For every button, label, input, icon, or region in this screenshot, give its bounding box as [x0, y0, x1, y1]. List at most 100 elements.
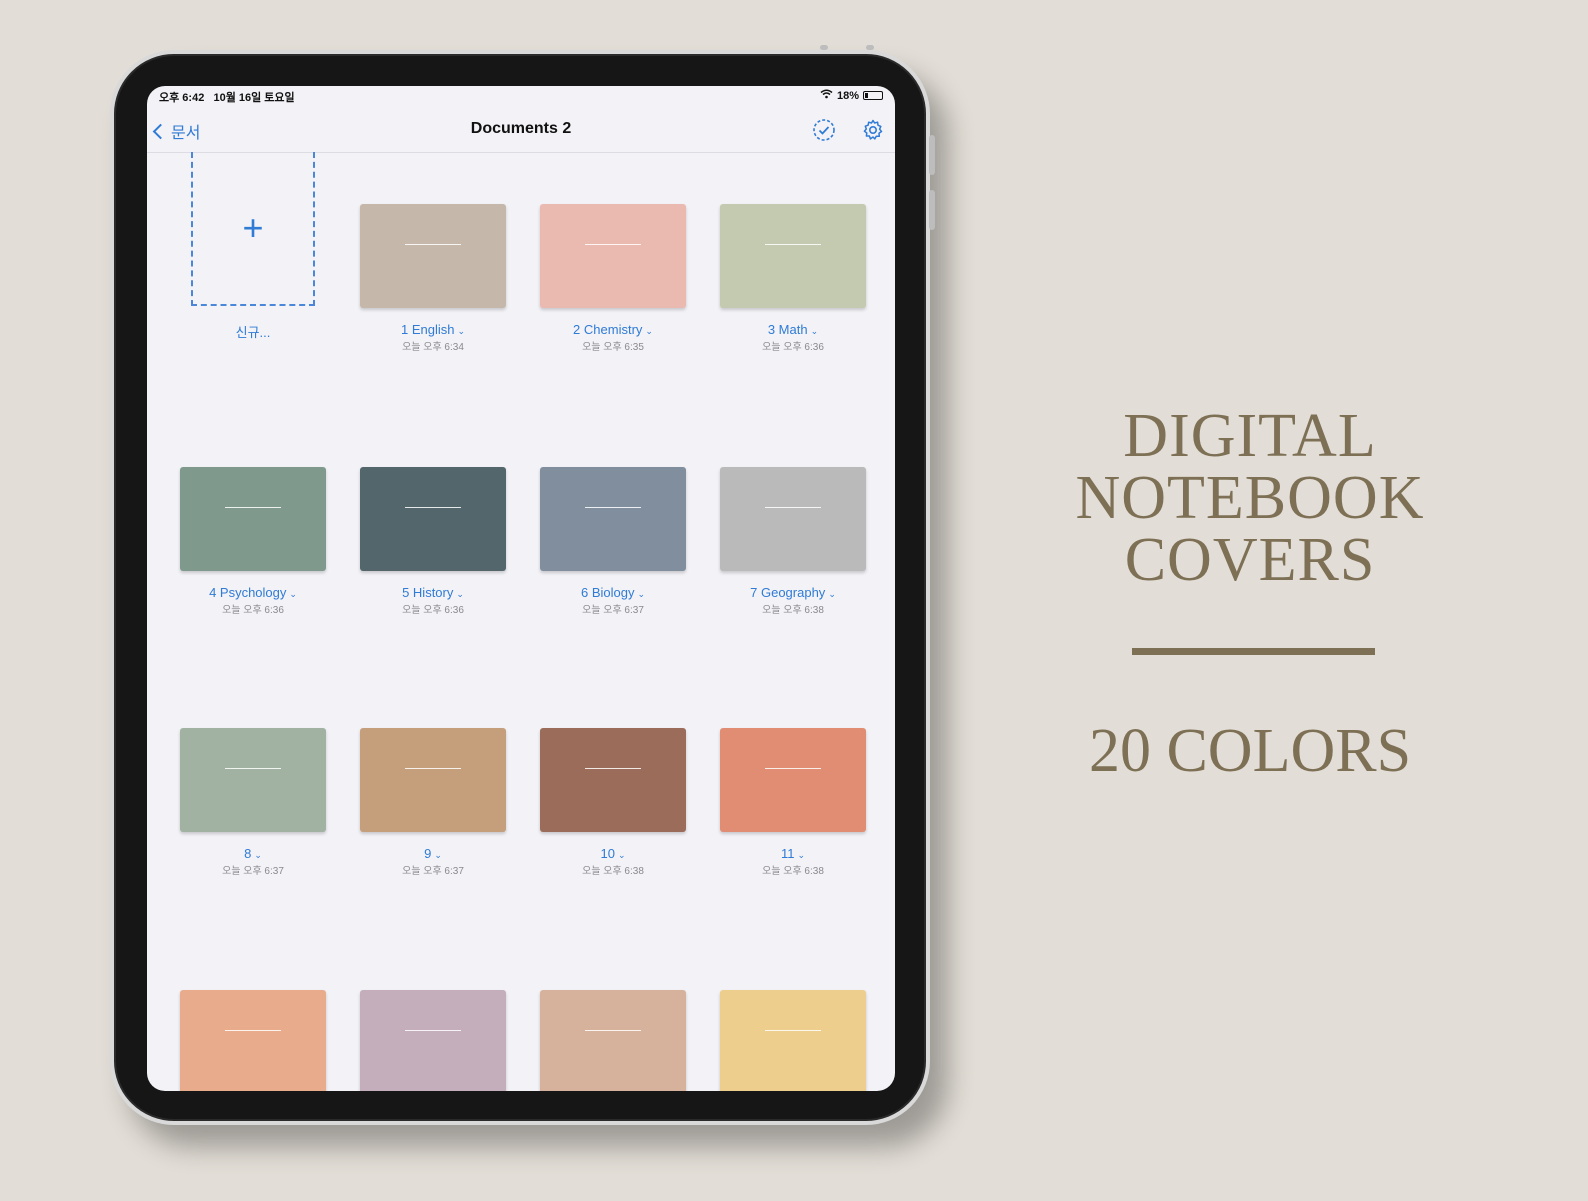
status-date: 10월 16일 토요일	[213, 92, 295, 104]
notebook-cover[interactable]	[720, 990, 866, 1091]
cover-title-line	[405, 1030, 461, 1031]
divider	[1132, 648, 1375, 655]
notebook-title-text: 11	[780, 846, 795, 861]
gear-icon[interactable]	[861, 118, 885, 142]
cover-title-line	[405, 244, 461, 245]
cover-title-line	[225, 1030, 281, 1031]
new-document-button[interactable]: +	[191, 152, 315, 306]
notebook-date: 오늘 오후 6:38	[762, 866, 824, 877]
battery-icon	[863, 91, 883, 100]
notebook-cover[interactable]	[360, 990, 506, 1091]
notebook-date: 오늘 오후 6:34	[402, 342, 464, 353]
notebook-title-text: 10	[600, 846, 615, 861]
notebook-date: 오늘 오후 6:36	[762, 342, 824, 353]
volume-button	[929, 190, 935, 230]
notebook-title[interactable]: 7 Geography ⌄	[720, 585, 866, 600]
status-bar: 오후 6:42 10월 16일 토요일 18%	[147, 86, 895, 106]
navigation-bar: 문서 Documents 2	[147, 108, 895, 153]
notebook-cover[interactable]	[720, 204, 866, 308]
chevron-down-icon: ⌄	[828, 589, 836, 599]
chevron-down-icon: ⌄	[289, 589, 297, 599]
notebook-title[interactable]: 9 ⌄	[360, 846, 506, 861]
chevron-down-icon: ⌄	[637, 589, 646, 599]
notebook-title[interactable]: 6 Biology ⌄	[540, 585, 686, 600]
promo-title: DIGITAL NOTEBOOK COVERS	[1060, 405, 1440, 591]
chevron-down-icon: ⌄	[254, 850, 262, 860]
chevron-down-icon: ⌄	[434, 850, 442, 860]
promo-title-line: DIGITAL	[1123, 402, 1377, 470]
notebook-title-text: 7 Geography	[750, 585, 826, 600]
cover-title-line	[765, 768, 821, 769]
notebook-date: 오늘 오후 6:35	[582, 342, 644, 353]
cover-title-line	[765, 244, 821, 245]
notebook-cover[interactable]	[360, 728, 506, 832]
notebook-title[interactable]: 1 English ⌄	[360, 322, 506, 337]
notebook-title[interactable]: 8 ⌄	[180, 846, 326, 861]
notebook-cover[interactable]	[360, 467, 506, 571]
notebook-cover[interactable]	[540, 990, 686, 1091]
notebook-cover[interactable]	[720, 728, 866, 832]
status-time-date: 오후 6:42 10월 16일 토요일	[159, 89, 295, 105]
notebook-cover[interactable]	[180, 990, 326, 1091]
promo-title-line: COVERS	[1124, 526, 1376, 594]
cover-title-line	[585, 768, 641, 769]
chevron-down-icon: ⌄	[810, 326, 819, 336]
notebook-title[interactable]: 10 ⌄	[540, 846, 686, 861]
promo-subtitle: 20 COLORS	[1088, 717, 1412, 785]
notebook-title[interactable]: 11 ⌄	[720, 846, 866, 861]
notebook-title-text: 1 English	[400, 322, 455, 337]
cover-title-line	[405, 768, 461, 769]
cover-title-line	[225, 768, 281, 769]
notebook-title-text: 3 Math	[767, 322, 808, 337]
chevron-down-icon: ⌄	[797, 850, 806, 860]
top-button	[866, 45, 874, 50]
notebook-title-text: 2 Chemistry	[573, 322, 643, 337]
volume-button	[929, 135, 935, 175]
promo-title-line: NOTEBOOK	[1075, 464, 1425, 532]
notebook-title-text: 8	[244, 846, 252, 861]
notebook-cover[interactable]	[180, 467, 326, 571]
wifi-icon	[820, 89, 833, 102]
notebook-date: 오늘 오후 6:37	[222, 866, 284, 877]
power-button	[820, 45, 828, 50]
chevron-down-icon: ⌄	[645, 326, 653, 336]
cover-title-line	[585, 244, 641, 245]
status-indicators: 18%	[820, 89, 883, 102]
notebook-title[interactable]: 4 Psychology ⌄	[180, 585, 326, 600]
notebook-cover[interactable]	[720, 467, 866, 571]
chevron-down-icon: ⌄	[457, 326, 466, 336]
battery-percent: 18%	[836, 89, 859, 102]
new-document-label[interactable]: 신규...	[180, 322, 326, 341]
plus-icon: +	[242, 207, 264, 248]
notebook-date: 오늘 오후 6:37	[582, 605, 644, 616]
cover-title-line	[765, 507, 821, 508]
notebook-title[interactable]: 2 Chemistry ⌄	[540, 322, 686, 337]
notebook-cover[interactable]	[360, 204, 506, 308]
page-title: Documents 2	[470, 120, 572, 137]
cover-title-line	[585, 507, 641, 508]
notebook-cover[interactable]	[540, 728, 686, 832]
notebook-cover[interactable]	[540, 467, 686, 571]
cover-title-line	[765, 1030, 821, 1031]
notebook-date: 오늘 오후 6:38	[582, 866, 644, 877]
notebook-title[interactable]: 5 History ⌄	[360, 585, 506, 600]
notebook-date: 오늘 오후 6:37	[402, 866, 464, 877]
notebook-title-text: 5 History	[402, 585, 454, 600]
notebook-title[interactable]: 3 Math ⌄	[720, 322, 866, 337]
chevron-down-icon: ⌄	[456, 589, 464, 599]
notebook-date: 오늘 오후 6:36	[402, 605, 464, 616]
notebook-cover[interactable]	[540, 204, 686, 308]
notebook-title-text: 9	[424, 846, 432, 861]
notebook-title-text: 6 Biology	[580, 585, 635, 600]
status-time: 오후 6:42	[159, 92, 205, 104]
cover-title-line	[585, 1030, 641, 1031]
notebook-date: 오늘 오후 6:36	[222, 605, 284, 616]
notebook-cover[interactable]	[180, 728, 326, 832]
chevron-down-icon: ⌄	[617, 850, 626, 860]
app-screen: 오후 6:42 10월 16일 토요일 18% 문서 Documents 2 +…	[147, 86, 895, 1091]
notebook-title-text: 4 Psychology	[209, 585, 287, 600]
cover-title-line	[225, 507, 281, 508]
cover-title-line	[405, 507, 461, 508]
check-circle-icon[interactable]	[812, 118, 836, 142]
notebook-date: 오늘 오후 6:38	[762, 605, 824, 616]
